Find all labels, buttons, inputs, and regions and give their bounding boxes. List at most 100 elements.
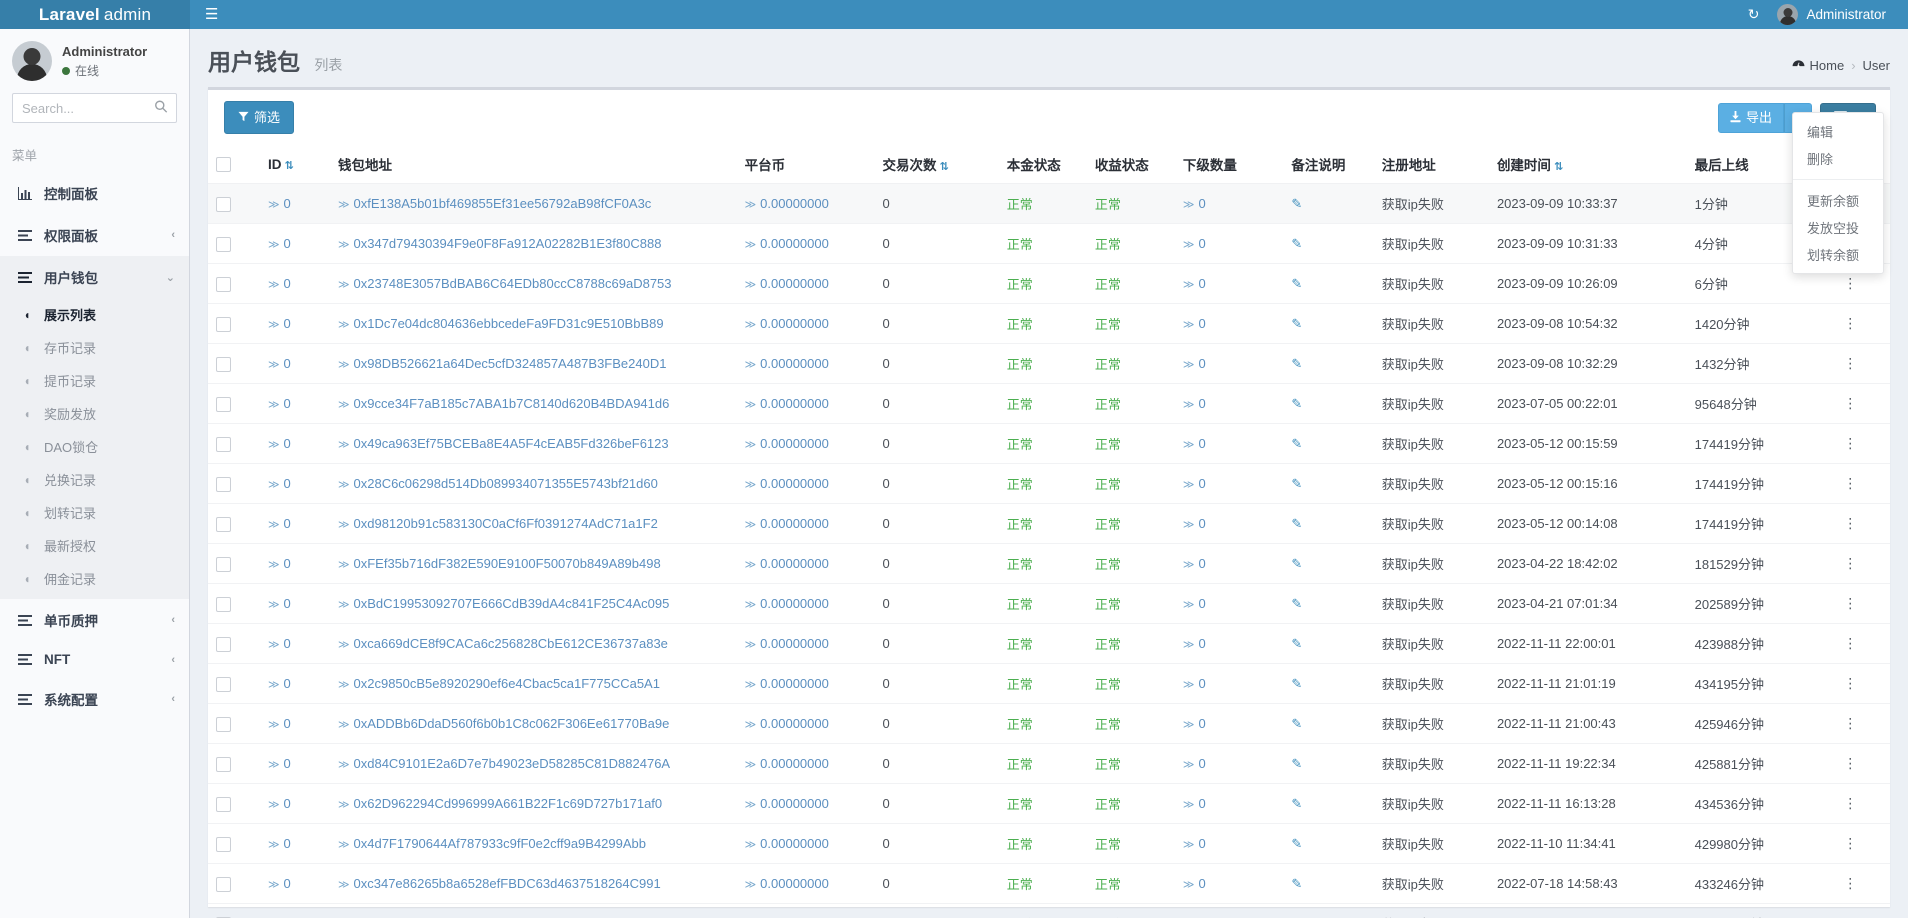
- sidebar-item-commission-records[interactable]: ◖ 佣金记录: [0, 562, 189, 595]
- cell-note[interactable]: ✎: [1283, 344, 1373, 384]
- row-checkbox[interactable]: [216, 237, 231, 252]
- cell-note[interactable]: ✎: [1283, 664, 1373, 704]
- export-button[interactable]: 导出: [1718, 103, 1784, 133]
- cell-note[interactable]: ✎: [1283, 224, 1373, 264]
- cell-note[interactable]: ✎: [1283, 784, 1373, 824]
- table-row[interactable]: ≫0≫0xBdC19953092707E666CdB39dA4c841F25C4…: [208, 584, 1890, 624]
- pencil-icon[interactable]: ✎: [1291, 396, 1302, 411]
- row-checkbox[interactable]: [216, 717, 231, 732]
- table-row[interactable]: ≫0≫0xd84C9101E2a6D7e7b49023eD58285C81D88…: [208, 744, 1890, 784]
- select-all-checkbox[interactable]: [216, 157, 231, 172]
- cell-note[interactable]: ✎: [1283, 424, 1373, 464]
- table-row[interactable]: ≫0≫0x1Dc7e04dc804636ebbcedeFa9FD31c9E510…: [208, 304, 1890, 344]
- sidebar-item-deposit-records[interactable]: ◖ 存币记录: [0, 331, 189, 364]
- cell-note[interactable]: ✎: [1283, 464, 1373, 504]
- cell-note[interactable]: ✎: [1283, 384, 1373, 424]
- row-checkbox[interactable]: [216, 277, 231, 292]
- row-checkbox[interactable]: [216, 477, 231, 492]
- kebab-vertical-icon[interactable]: ⋮: [1843, 795, 1857, 811]
- dropdown-item-update-balance[interactable]: 更新余额: [1793, 187, 1883, 214]
- table-row[interactable]: ≫0≫0x4d7F1790644Af787933c9fF0e2cff9a9B42…: [208, 824, 1890, 864]
- cell-note[interactable]: ✎: [1283, 264, 1373, 304]
- column-header-id[interactable]: ID⇅: [260, 145, 330, 184]
- kebab-vertical-icon[interactable]: ⋮: [1843, 875, 1857, 891]
- cell-note[interactable]: ✎: [1283, 904, 1373, 918]
- row-checkbox[interactable]: [216, 837, 231, 852]
- dropdown-item-edit[interactable]: 编辑: [1793, 118, 1883, 145]
- cell-note[interactable]: ✎: [1283, 704, 1373, 744]
- dropdown-item-issue-airdrop[interactable]: 发放空投: [1793, 214, 1883, 241]
- kebab-vertical-icon[interactable]: ⋮: [1843, 755, 1857, 771]
- cell-note[interactable]: ✎: [1283, 744, 1373, 784]
- table-row[interactable]: ≫0≫0x62D962294Cd996999A661B22F1c69D727b1…: [208, 784, 1890, 824]
- sidebar-item-latest-authorization[interactable]: ◖ 最新授权: [0, 529, 189, 562]
- breadcrumb-home[interactable]: Home: [1792, 58, 1845, 73]
- pencil-icon[interactable]: ✎: [1291, 756, 1302, 771]
- cell-note[interactable]: ✎: [1283, 864, 1373, 904]
- sidebar-item-display-list[interactable]: ◖ 展示列表: [0, 298, 189, 331]
- pencil-icon[interactable]: ✎: [1291, 436, 1302, 451]
- table-row[interactable]: ≫0≫0x98DB526621a64Dec5cfD324857A487B3FBe…: [208, 344, 1890, 384]
- table-row[interactable]: ≫0≫0x49ca963Ef75BCEBa8E4A5F4cEAB5Fd326be…: [208, 424, 1890, 464]
- row-checkbox[interactable]: [216, 357, 231, 372]
- table-row[interactable]: ≫0≫0x9cce34F7aB185c7ABA1b7C8140d620B4BDA…: [208, 384, 1890, 424]
- sidebar-item-dashboard[interactable]: 控制面板: [0, 172, 189, 214]
- table-row[interactable]: ≫0≫0xd98120b91c583130C0aCf6Ff0391274AdC7…: [208, 504, 1890, 544]
- table-row[interactable]: ≫0≫0xFEf35b716dF382E590E9100F50070b849A8…: [208, 544, 1890, 584]
- pencil-icon[interactable]: ✎: [1291, 596, 1302, 611]
- sidebar-item-dao-lock[interactable]: ◖ DAO锁仓: [0, 430, 189, 463]
- cell-note[interactable]: ✎: [1283, 544, 1373, 584]
- kebab-vertical-icon[interactable]: ⋮: [1843, 595, 1857, 611]
- sidebar-item-single-coin-staking[interactable]: 单币质押 ‹: [0, 599, 189, 641]
- row-checkbox[interactable]: [216, 677, 231, 692]
- pencil-icon[interactable]: ✎: [1291, 636, 1302, 651]
- row-checkbox[interactable]: [216, 877, 231, 892]
- row-checkbox[interactable]: [216, 757, 231, 772]
- pencil-icon[interactable]: ✎: [1291, 236, 1302, 251]
- sidebar-item-reward-distribution[interactable]: ◖ 奖励发放: [0, 397, 189, 430]
- refresh-icon[interactable]: ↻: [1734, 0, 1774, 29]
- kebab-vertical-icon[interactable]: ⋮: [1843, 475, 1857, 491]
- cell-note[interactable]: ✎: [1283, 504, 1373, 544]
- row-checkbox[interactable]: [216, 437, 231, 452]
- table-row[interactable]: ≫0≫0x347d79430394F9e0F8Fa912A02282B1E3f8…: [208, 224, 1890, 264]
- pencil-icon[interactable]: ✎: [1291, 716, 1302, 731]
- pencil-icon[interactable]: ✎: [1291, 516, 1302, 531]
- kebab-vertical-icon[interactable]: ⋮: [1843, 635, 1857, 651]
- kebab-vertical-icon[interactable]: ⋮: [1843, 275, 1857, 291]
- pencil-icon[interactable]: ✎: [1291, 276, 1302, 291]
- table-row[interactable]: ≫0≫0xADDBb6DdaD560f6b0b1C8c062F306Ee6177…: [208, 704, 1890, 744]
- kebab-vertical-icon[interactable]: ⋮: [1843, 675, 1857, 691]
- pencil-icon[interactable]: ✎: [1291, 476, 1302, 491]
- sidebar-item-nft[interactable]: NFT ‹: [0, 641, 189, 678]
- column-header-created-time[interactable]: 创建时间⇅: [1489, 145, 1687, 184]
- kebab-vertical-icon[interactable]: ⋮: [1843, 835, 1857, 851]
- row-checkbox[interactable]: [216, 317, 231, 332]
- filter-button[interactable]: 筛选: [224, 101, 294, 134]
- sidebar-item-transfer-records[interactable]: ◖ 划转记录: [0, 496, 189, 529]
- row-checkbox[interactable]: [216, 557, 231, 572]
- table-row[interactable]: ≫0≫0xca669dCE8f9CACa6c256828CbE612CE3673…: [208, 624, 1890, 664]
- kebab-vertical-icon[interactable]: ⋮: [1843, 515, 1857, 531]
- pencil-icon[interactable]: ✎: [1291, 356, 1302, 371]
- kebab-vertical-icon[interactable]: ⋮: [1843, 715, 1857, 731]
- table-row[interactable]: ≫0≫0x28C6c06298d514Db089934071355E5743bf…: [208, 464, 1890, 504]
- table-row[interactable]: ≫0≫0xfE138A5b01bf469855Ef31ee56792aB98fC…: [208, 184, 1890, 224]
- pencil-icon[interactable]: ✎: [1291, 196, 1302, 211]
- kebab-vertical-icon[interactable]: ⋮: [1843, 395, 1857, 411]
- kebab-vertical-icon[interactable]: ⋮: [1843, 435, 1857, 451]
- cell-note[interactable]: ✎: [1283, 304, 1373, 344]
- table-row[interactable]: ≫0≫0x23748E3057BdBAB6C64EDb80ccC8788c69a…: [208, 264, 1890, 304]
- cell-note[interactable]: ✎: [1283, 184, 1373, 224]
- pencil-icon[interactable]: ✎: [1291, 316, 1302, 331]
- table-row[interactable]: ≫0≫0x22cf46567B0Cd0090F68F58Ce77ec00c0C3…: [208, 904, 1890, 918]
- sidebar-item-withdraw-records[interactable]: ◖ 提币记录: [0, 364, 189, 397]
- pencil-icon[interactable]: ✎: [1291, 796, 1302, 811]
- kebab-vertical-icon[interactable]: ⋮: [1843, 355, 1857, 371]
- table-row[interactable]: ≫0≫0x2c9850cB5e8920290ef6e4Cbac5ca1F775C…: [208, 664, 1890, 704]
- table-row[interactable]: ≫0≫0xc347e86265b8a6528efFBDC63d463751826…: [208, 864, 1890, 904]
- sidebar-item-system-config[interactable]: 系统配置 ‹: [0, 678, 189, 720]
- row-checkbox[interactable]: [216, 517, 231, 532]
- sidebar-item-exchange-records[interactable]: ◖ 兑换记录: [0, 463, 189, 496]
- cell-note[interactable]: ✎: [1283, 584, 1373, 624]
